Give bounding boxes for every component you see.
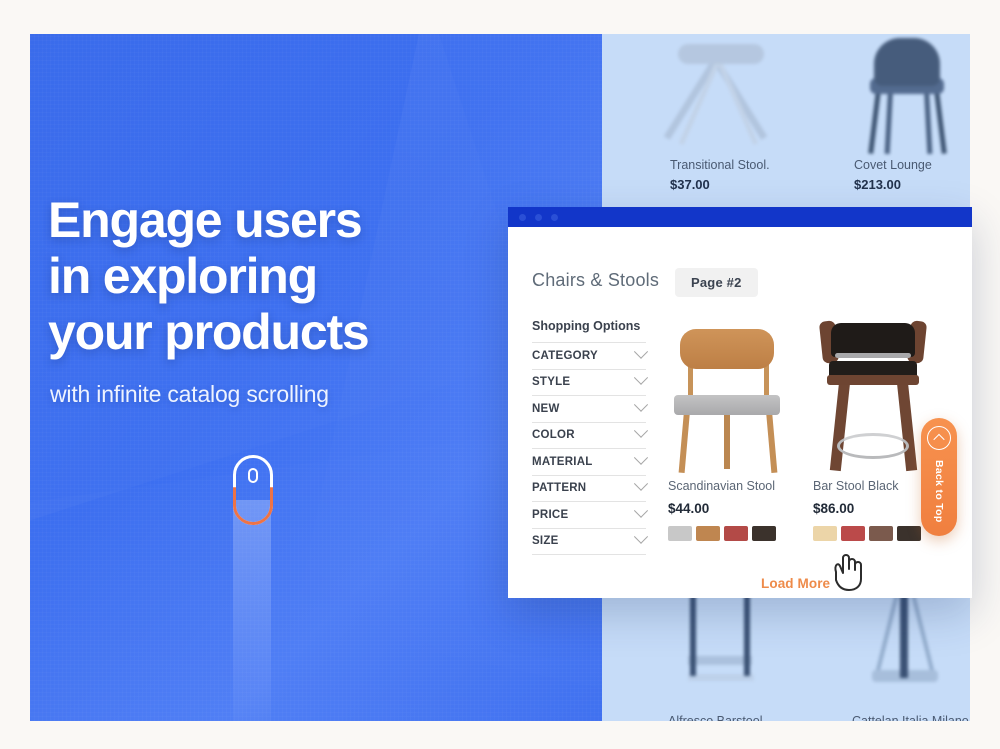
product-price: $86.00 (813, 501, 855, 516)
headline-line-3: your products (48, 303, 370, 360)
product-card-bar-stool-black[interactable]: Bar Stool Black $86.00 (813, 311, 931, 541)
catalog-row-bottom: Alfresco Barstool $92.00 Cattelan Italia… (602, 589, 970, 721)
swatch-option[interactable] (869, 526, 893, 541)
chevron-down-icon (633, 529, 649, 545)
window-minimize-dot-icon[interactable] (535, 213, 542, 221)
product-name: Scandinavian Stool (668, 479, 776, 493)
chevron-down-icon (633, 370, 649, 386)
page-title: Chairs & Stools (532, 270, 660, 290)
product-name: Bar Stool Black (813, 479, 899, 493)
browser-window: Chairs & Stools Page #2 Shopping Options… (508, 207, 972, 598)
chevron-down-icon (633, 423, 649, 439)
catalog-item-price: $37.00 (670, 177, 710, 192)
filter-price[interactable]: PRICE (532, 501, 649, 528)
chevron-down-icon (633, 476, 649, 492)
filter-style[interactable]: STYLE (532, 368, 649, 396)
filter-material[interactable]: MATERIAL (532, 448, 649, 475)
headline-line-2: in exploring (48, 247, 318, 304)
chevron-down-icon (633, 397, 649, 412)
filter-color[interactable]: COLOR (532, 421, 649, 449)
filter-size[interactable]: SIZE (532, 527, 649, 555)
catalog-item-name: Cattelan Italia Milano (852, 714, 969, 721)
hero-headline: Engage users in exploring your products (48, 192, 528, 360)
catalog-item-name: Covet Lounge (854, 158, 932, 172)
catalog-item-covet-lounge[interactable]: Covet Lounge $213.00 (786, 34, 970, 192)
bar-stool-black-image (813, 311, 931, 476)
swatch-option[interactable] (696, 526, 720, 541)
product-card-scandinavian-stool[interactable]: Scandinavian Stool $44.00 (668, 311, 786, 541)
chevron-down-icon (633, 344, 649, 359)
swatch-option[interactable] (897, 526, 921, 541)
catalog-item-transitional-stool[interactable]: Transitional Stool. $37.00 (602, 34, 786, 192)
milano-stool-image (852, 589, 958, 710)
swatch-option[interactable] (668, 526, 692, 541)
shopping-options-panel: Shopping Options CATEGORY STYLE NEW COLO… (532, 319, 649, 555)
filter-new[interactable]: NEW (532, 395, 649, 422)
load-more-button[interactable]: Load More (761, 576, 830, 591)
alfresco-barstool-image (668, 590, 774, 710)
filter-label: PRICE (532, 508, 569, 521)
x-stool-image (663, 34, 776, 154)
swatch-option[interactable] (813, 526, 837, 541)
window-titlebar (508, 207, 972, 227)
window-content: Chairs & Stools Page #2 Shopping Options… (508, 227, 972, 598)
window-maximize-dot-icon[interactable] (551, 213, 558, 221)
product-grid: Scandinavian Stool $44.00 Bar Stool Blac… (668, 311, 938, 541)
back-to-top-label: Back to Top (933, 460, 945, 523)
filter-label: PATTERN (532, 482, 587, 495)
swatch-option[interactable] (752, 526, 776, 541)
product-swatches (813, 526, 931, 541)
swatch-option[interactable] (724, 526, 748, 541)
headline-line-1: Engage users (48, 191, 363, 248)
swatch-option[interactable] (841, 526, 865, 541)
chevron-down-icon (633, 503, 649, 518)
catalog-item-price: $213.00 (854, 177, 901, 192)
filter-category[interactable]: CATEGORY (532, 342, 649, 369)
chevron-down-icon (633, 450, 649, 465)
chevron-up-circle-icon (927, 426, 951, 450)
filter-label: NEW (532, 402, 560, 415)
shopping-options-heading: Shopping Options (532, 319, 641, 333)
filter-label: CATEGORY (532, 349, 598, 362)
catalog-item-name: Alfresco Barstool (668, 714, 763, 721)
filter-label: MATERIAL (532, 455, 593, 468)
page-number-badge: Page #2 (675, 268, 758, 297)
window-close-dot-icon[interactable] (519, 213, 526, 221)
mouse-wheel-icon (248, 468, 258, 483)
catalog-item-name: Transitional Stool. (670, 158, 770, 172)
catalog-item-cattelan-italia-milano[interactable]: Cattelan Italia Milano $125.00 (786, 589, 970, 721)
product-swatches (668, 526, 786, 541)
filter-label: COLOR (532, 429, 575, 442)
hero-subheadline: with infinite catalog scrolling (50, 381, 329, 407)
lounge-chair-image (854, 34, 960, 155)
catalog-row-top: Transitional Stool. $37.00 Covet Lounge … (602, 34, 970, 192)
filter-label: STYLE (532, 376, 571, 389)
scandinavian-stool-image (668, 311, 786, 476)
screenshot-root: Engage users in exploring your products … (0, 0, 1000, 749)
product-price: $44.00 (668, 501, 710, 516)
filter-pattern[interactable]: PATTERN (532, 474, 649, 502)
back-to-top-button[interactable]: Back to Top (921, 418, 957, 536)
filter-label: SIZE (532, 535, 559, 548)
catalog-item-alfresco-barstool[interactable]: Alfresco Barstool $92.00 (602, 590, 786, 721)
scroll-beam (233, 500, 271, 721)
